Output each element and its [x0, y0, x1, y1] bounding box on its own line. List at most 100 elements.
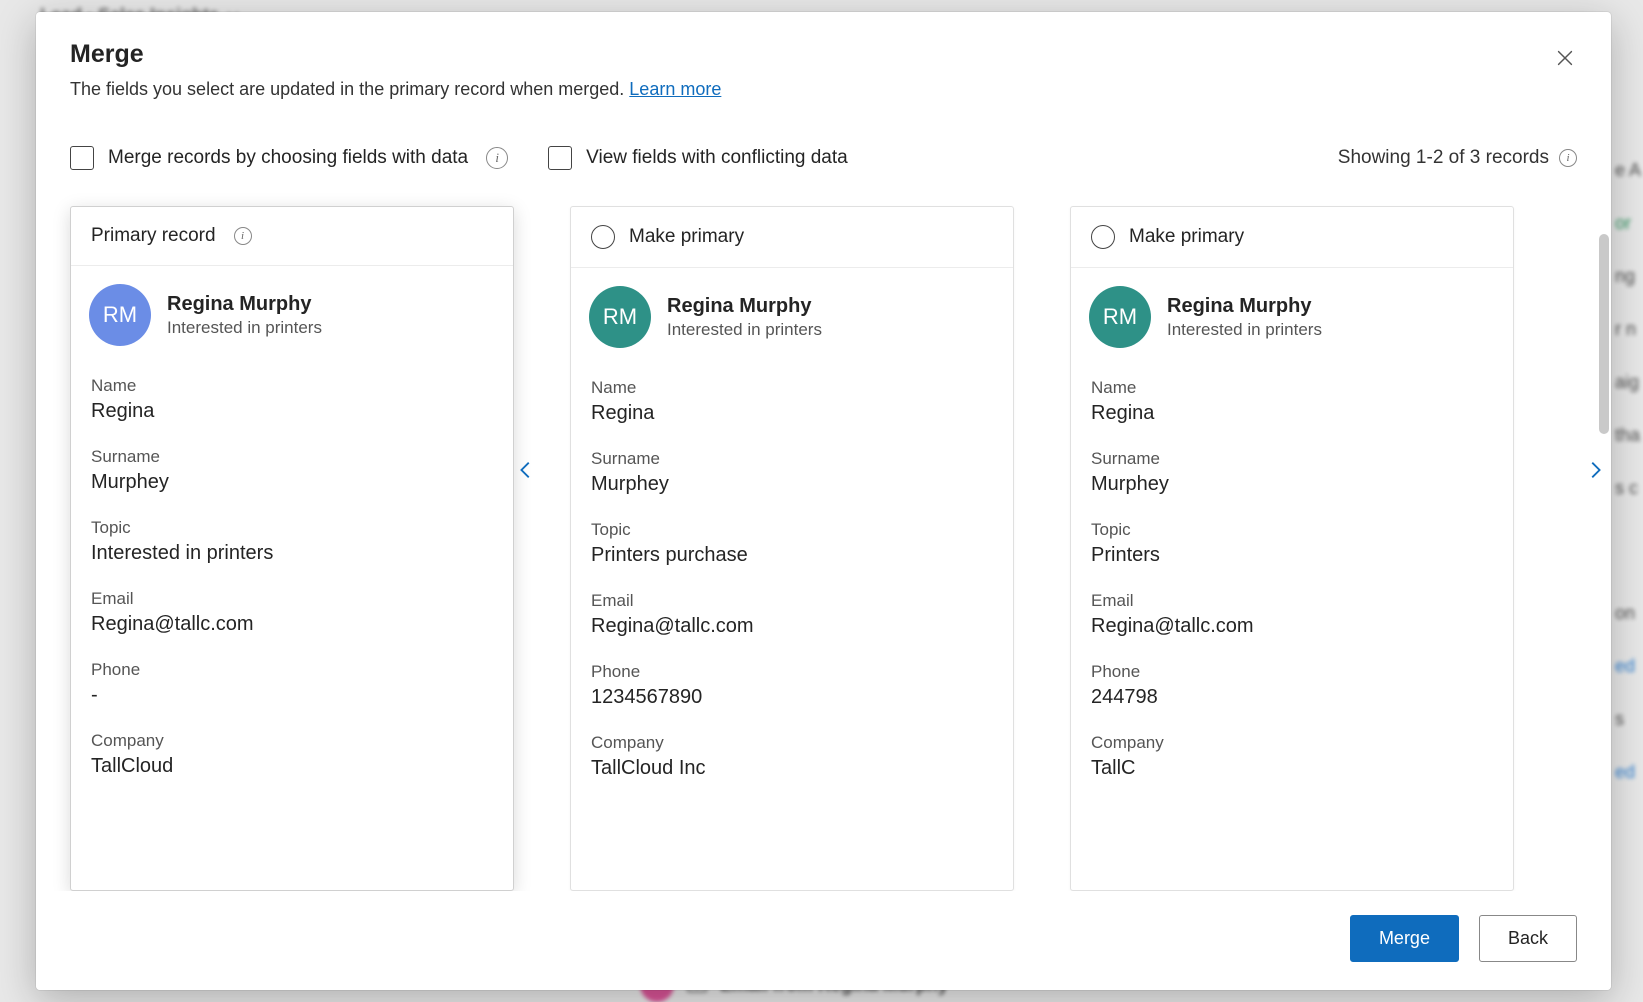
view-conflicts-checkbox[interactable]: View fields with conflicting data — [548, 146, 848, 170]
records-count: Showing 1-2 of 3 records i — [1338, 147, 1577, 169]
close-icon — [1554, 47, 1576, 69]
info-icon[interactable]: i — [234, 227, 252, 245]
avatar: RM — [89, 284, 151, 346]
field-value: TallC — [1091, 757, 1493, 780]
field-company[interactable]: Company TallCloud — [91, 721, 493, 792]
field-label: Surname — [1091, 449, 1493, 469]
record-card: Make primary RM Regina MurphyInterested in… — [1070, 206, 1514, 891]
field-phone[interactable]: Phone244798 — [1091, 652, 1493, 723]
dialog-subtitle: The fields you select are updated in the… — [70, 79, 1577, 100]
record-display-sub: Interested in printers — [167, 318, 322, 338]
record-card: Make primaryRMRegina MurphyInterested in… — [570, 206, 1014, 891]
field-label: Company — [91, 731, 493, 751]
field-label: Company — [591, 733, 993, 753]
field-label: Name — [91, 376, 493, 396]
avatar: RM — [1089, 286, 1151, 348]
field-email[interactable]: Email Regina@tallc.com — [91, 579, 493, 650]
scrollbar-thumb[interactable] — [1599, 234, 1609, 434]
field-company[interactable]: Company TallCloud Inc — [591, 723, 993, 794]
merge-by-data-checkbox[interactable]: Merge records by choosing fields with da… — [70, 146, 508, 170]
subtitle-text: The fields you select are updated in the… — [70, 79, 629, 99]
field-company[interactable]: CompanyTallC — [1091, 723, 1493, 794]
merge-by-data-label: Merge records by choosing fields with da… — [108, 147, 468, 169]
field-value: Regina — [591, 402, 993, 425]
primary-record-label: Primary record — [91, 225, 216, 247]
chevron-right-icon — [1584, 459, 1606, 481]
field-surname[interactable]: Surname Murphey — [591, 439, 993, 510]
field-value: TallCloud — [91, 755, 493, 778]
primary-record-card: Primary record i RMRegina MurphyInterested… — [70, 206, 514, 891]
field-label: Phone — [1091, 662, 1493, 682]
close-button[interactable] — [1547, 40, 1583, 76]
card-header: Make primary — [571, 207, 1013, 268]
field-label: Name — [591, 378, 993, 398]
bg-right-column: e Aorngr naigthas c onedsed — [1615, 160, 1643, 783]
checkbox-icon — [70, 146, 94, 170]
records-count-text: Showing 1-2 of 3 records — [1338, 147, 1549, 169]
field-label: Phone — [591, 662, 993, 682]
dialog-title: Merge — [70, 40, 1577, 69]
make-primary-label: Make primary — [1129, 226, 1244, 248]
next-record-button[interactable] — [1575, 450, 1611, 490]
field-value: Regina@tallc.com — [91, 613, 493, 636]
field-phone[interactable]: Phone1234567890 — [591, 652, 993, 723]
record-display-sub: Interested in printers — [1167, 320, 1322, 340]
record-identity: RMRegina MurphyInterested in printers — [571, 268, 1013, 368]
options-row: Merge records by choosing fields with da… — [36, 100, 1611, 170]
field-value: Murphey — [591, 473, 993, 496]
field-name[interactable]: Name Regina — [1091, 368, 1493, 439]
field-label: Name — [1091, 378, 1493, 398]
card-header: Primary record i — [71, 207, 513, 266]
previous-record-button[interactable] — [506, 450, 546, 490]
info-icon[interactable]: i — [486, 147, 508, 169]
merge-button[interactable]: Merge — [1350, 915, 1459, 962]
field-topic[interactable]: Topic Printers purchase — [591, 510, 993, 581]
field-topic[interactable]: TopicInterested in printers — [91, 508, 493, 579]
field-value: Printers — [1091, 544, 1493, 567]
field-surname[interactable]: Surname Murphey — [1091, 439, 1493, 510]
make-primary-radio[interactable] — [591, 225, 615, 249]
field-value: TallCloud Inc — [591, 757, 993, 780]
field-value: Interested in printers — [91, 542, 493, 565]
field-value: Regina — [1091, 402, 1493, 425]
field-name[interactable]: Name Regina — [91, 366, 493, 437]
record-identity: RMRegina MurphyInterested in printers — [71, 266, 513, 366]
record-fields: Name Regina Surname Murphey Topic Printers Ema… — [1071, 368, 1513, 814]
field-email[interactable]: Email Regina@tallc.com — [1091, 581, 1493, 652]
field-value: - — [91, 684, 493, 707]
field-value: Murphey — [1091, 473, 1493, 496]
field-phone[interactable]: Phone - — [91, 650, 493, 721]
field-label: Email — [91, 589, 493, 609]
avatar: RM — [589, 286, 651, 348]
view-conflicts-label: View fields with conflicting data — [586, 147, 848, 169]
field-label: Topic — [591, 520, 993, 540]
records-body: Primary recordiRMRegina MurphyInterested… — [36, 170, 1611, 891]
dialog-footer: Merge Back — [36, 891, 1611, 990]
info-icon[interactable]: i — [1559, 149, 1577, 167]
field-label: Topic — [1091, 520, 1493, 540]
field-label: Surname — [591, 449, 993, 469]
make-primary-radio[interactable] — [1091, 225, 1115, 249]
record-fields: Name Regina SurnameMurpheyTopicInterested … — [71, 366, 513, 812]
field-label: Surname — [91, 447, 493, 467]
field-value: Regina@tallc.com — [591, 615, 993, 638]
field-label: Phone — [91, 660, 493, 680]
learn-more-link[interactable]: Learn more — [629, 79, 721, 99]
make-primary-label: Make primary — [629, 226, 744, 248]
record-display-name: Regina Murphy — [667, 295, 822, 318]
chevron-left-icon — [515, 459, 537, 481]
field-email[interactable]: Email Regina@tallc.com — [591, 581, 993, 652]
field-label: Email — [591, 591, 993, 611]
field-value: Regina@tallc.com — [1091, 615, 1493, 638]
card-header: Make primary — [1071, 207, 1513, 268]
field-topic[interactable]: Topic Printers — [1091, 510, 1493, 581]
field-value: Printers purchase — [591, 544, 993, 567]
record-fields: Name Regina Surname Murphey Topic Printers pu… — [571, 368, 1013, 814]
back-button[interactable]: Back — [1479, 915, 1577, 962]
field-value: Regina — [91, 400, 493, 423]
field-label: Email — [1091, 591, 1493, 611]
record-identity: RM Regina MurphyInterested in printers — [1071, 268, 1513, 368]
field-name[interactable]: Name Regina — [591, 368, 993, 439]
field-surname[interactable]: SurnameMurphey — [91, 437, 493, 508]
record-display-name: Regina Murphy — [1167, 295, 1322, 318]
